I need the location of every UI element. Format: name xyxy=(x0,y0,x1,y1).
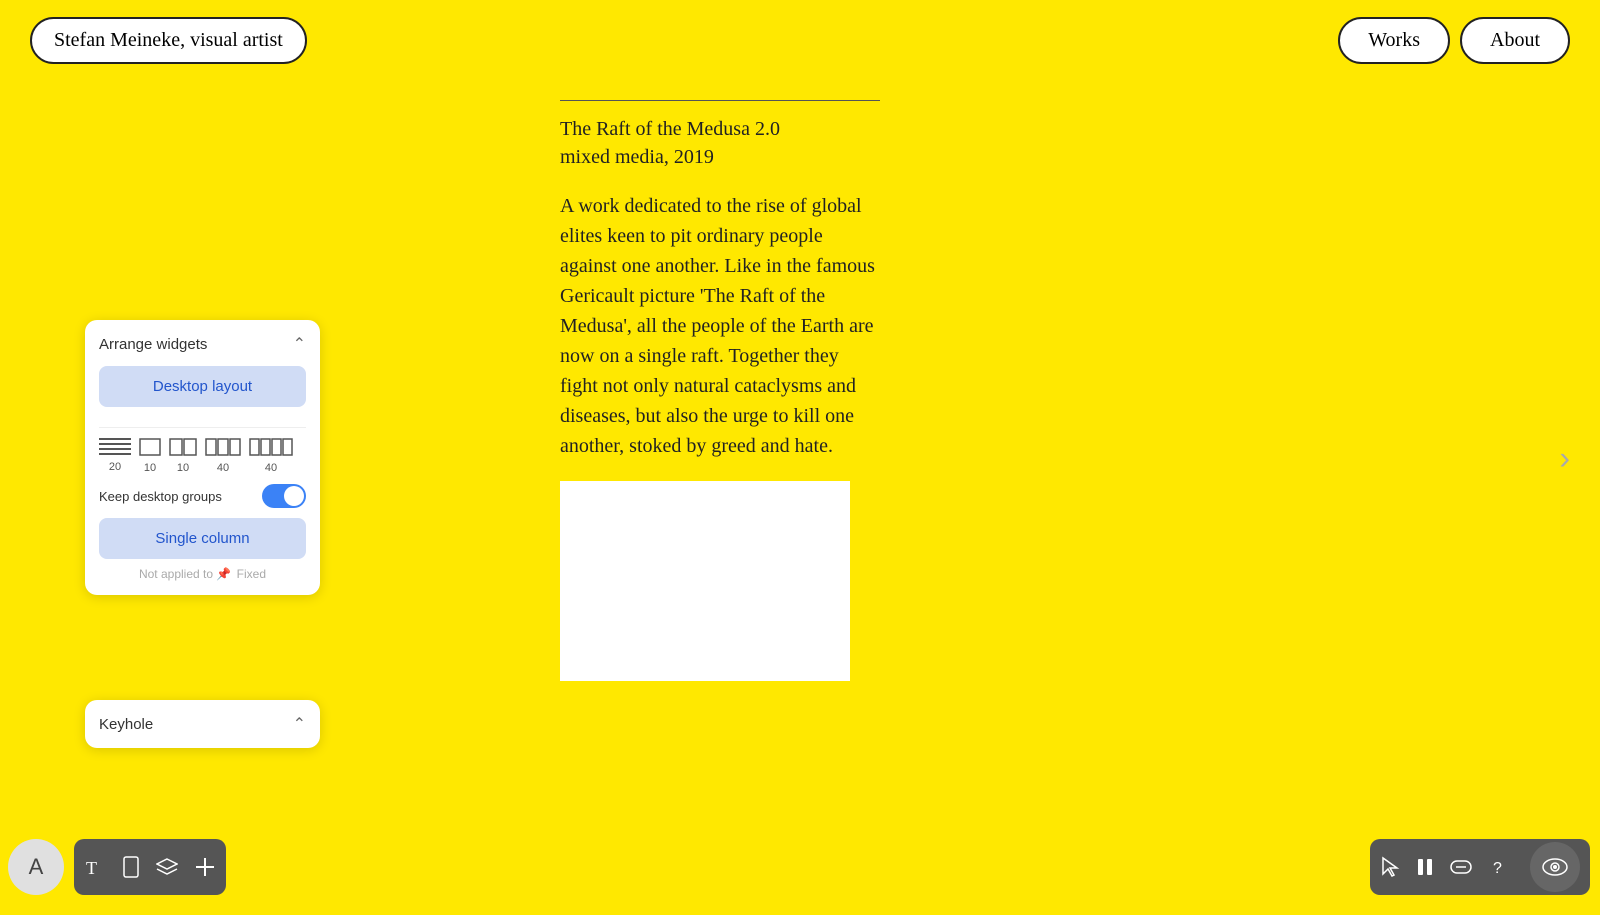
widget-panel-header: Arrange widgets ⌃ xyxy=(99,334,306,354)
stretch-tool-icon[interactable] xyxy=(1450,860,1472,874)
lines-layout-icon xyxy=(99,438,131,458)
nav-buttons: Works About xyxy=(1338,17,1570,64)
layout-options: 20 10 10 40 40 xyxy=(99,438,306,474)
keep-groups-label: Keep desktop groups xyxy=(99,489,222,504)
add-tool-icon[interactable] xyxy=(194,856,216,878)
three-col-icon xyxy=(205,438,241,459)
about-nav-button[interactable]: About xyxy=(1460,17,1570,64)
layout-option-3col[interactable]: 40 xyxy=(205,438,241,474)
keyhole-header: Keyhole ⌃ xyxy=(99,714,306,734)
keyhole-title: Keyhole xyxy=(99,716,153,733)
cursor-tool-icon[interactable] xyxy=(1380,856,1400,878)
keep-groups-row: Keep desktop groups xyxy=(99,484,306,508)
pause-tool-icon[interactable] xyxy=(1416,856,1434,878)
four-col-icon xyxy=(249,438,293,459)
phone-tool-icon[interactable] xyxy=(122,856,140,878)
keyhole-expand-icon[interactable]: ⌃ xyxy=(293,714,306,734)
not-applied-text: Not applied to 📌 Fixed xyxy=(99,567,306,581)
header: Stefan Meineke, visual artist Works Abou… xyxy=(0,0,1600,80)
site-title-button[interactable]: Stefan Meineke, visual artist xyxy=(30,17,307,64)
left-tool-group: T xyxy=(74,839,226,895)
toggle-knob xyxy=(284,486,304,506)
avatar-button[interactable]: A xyxy=(8,839,64,895)
widget-panel: Arrange widgets ⌃ Desktop layout 20 10 1… xyxy=(85,320,320,595)
divider xyxy=(99,427,306,428)
bottom-right-toolbar: ? xyxy=(1370,839,1590,895)
text-tool-icon[interactable]: T xyxy=(84,856,106,878)
layers-tool-icon[interactable] xyxy=(156,856,178,878)
keyhole-panel: Keyhole ⌃ xyxy=(85,700,320,748)
one-col-icon xyxy=(139,438,161,459)
layout-option-lines[interactable]: 20 xyxy=(99,438,131,473)
layout-option-2col[interactable]: 10 xyxy=(169,438,197,474)
desktop-layout-button[interactable]: Desktop layout xyxy=(99,366,306,407)
layout-option-1col[interactable]: 10 xyxy=(139,438,161,474)
two-col-icon xyxy=(169,438,197,459)
widget-panel-collapse-icon[interactable]: ⌃ xyxy=(293,334,306,354)
pin-icon: 📌 xyxy=(216,567,231,581)
artwork-info: The Raft of the Medusa 2.0 mixed media, … xyxy=(560,100,880,681)
artwork-image xyxy=(560,481,850,681)
bottom-left-toolbar: A T xyxy=(0,839,226,895)
keep-groups-toggle[interactable] xyxy=(262,484,306,508)
layout-option-4col[interactable]: 40 xyxy=(249,438,293,474)
widget-panel-title: Arrange widgets xyxy=(99,336,207,353)
help-tool-icon[interactable]: ? xyxy=(1488,856,1508,878)
next-arrow[interactable]: › xyxy=(1559,439,1570,476)
svg-text:?: ? xyxy=(1493,860,1502,877)
works-nav-button[interactable]: Works xyxy=(1338,17,1450,64)
single-column-button[interactable]: Single column xyxy=(99,518,306,559)
main-content: The Raft of the Medusa 2.0 mixed media, … xyxy=(560,100,880,701)
artwork-description: A work dedicated to the rise of global e… xyxy=(560,191,880,461)
svg-text:T: T xyxy=(86,858,97,878)
artwork-title: The Raft of the Medusa 2.0 mixed media, … xyxy=(560,115,880,171)
eye-tool-button[interactable] xyxy=(1530,842,1580,892)
